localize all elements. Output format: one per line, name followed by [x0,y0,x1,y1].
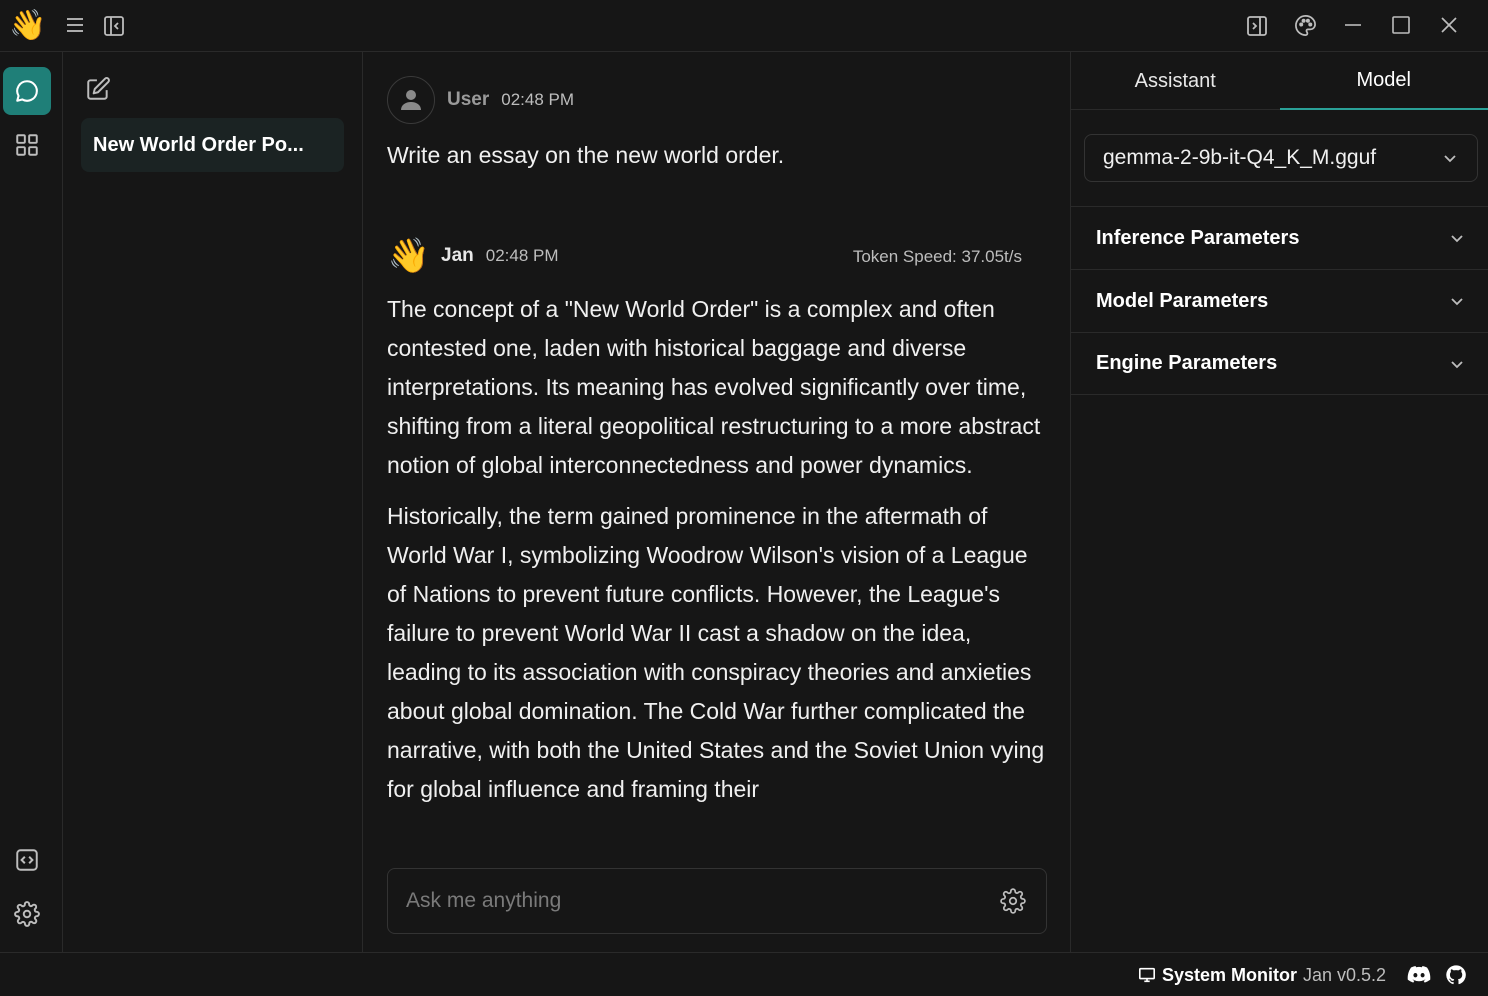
monitor-icon [1138,967,1156,983]
discord-icon[interactable] [1407,953,1431,996]
github-icon[interactable] [1445,953,1467,996]
title-bar: 👋 [0,0,1488,52]
rail-local-api-button[interactable] [3,836,51,884]
chat-input-box [387,868,1047,934]
chevron-down-icon [1448,229,1466,253]
rail-chat-button[interactable] [3,67,51,115]
section-inference-parameters[interactable]: Inference Parameters [1071,206,1488,269]
section-engine-parameters[interactable]: Engine Parameters [1071,332,1488,395]
left-rail [0,52,63,952]
code-square-icon [16,849,38,871]
grid-icon [16,134,38,156]
section-label: Inference Parameters [1096,226,1300,249]
collapse-right-panel-icon[interactable] [1245,14,1269,38]
assistant-name: Jan [441,245,474,266]
user-name: User [447,89,490,110]
minimize-icon[interactable] [1342,14,1364,36]
system-monitor-label: System Monitor [1162,964,1298,985]
status-bar: System Monitor Jan v0.5.2 [0,952,1488,996]
user-avatar [387,76,435,124]
tab-model[interactable]: Model [1279,52,1488,110]
user-message-text: Write an essay on the new world order. [387,142,785,168]
rail-hub-button[interactable] [3,121,51,169]
user-icon [401,90,421,110]
model-select[interactable]: gemma-2-9b-it-Q4_K_M.gguf [1084,134,1478,182]
section-label: Engine Parameters [1096,352,1278,374]
edit-icon [87,77,110,100]
chat-bubble-icon [16,80,38,102]
rail-settings-button[interactable] [3,890,51,938]
right-panel-tabs: Assistant Model [1071,52,1488,110]
gear-icon [14,901,40,927]
chevron-down-icon [1448,355,1466,379]
app-logo-icon: 👋 [9,9,47,42]
chat-panel: User 02:48 PM Write an essay on the new … [363,52,1071,952]
assistant-message-text: The concept of a "New World Order" is a … [387,290,1051,821]
thread-item-title: New World Order Po... [93,133,304,156]
gear-icon [1000,888,1026,914]
chevron-down-icon [1448,292,1466,316]
thread-list-panel: New World Order Po... [63,52,363,952]
thread-item[interactable]: New World Order Po... [81,118,344,172]
assistant-message-header: 👋 Jan 02:48 PM [387,232,559,280]
assistant-paragraph: Historically, the term gained prominence… [387,503,1045,802]
assistant-avatar-icon: 👋 [387,237,431,275]
chevron-down-icon [1441,149,1459,173]
palette-icon[interactable] [1293,13,1317,37]
collapse-left-panel-icon[interactable] [102,14,126,38]
close-icon[interactable] [1438,14,1460,36]
system-monitor-button[interactable]: System Monitor [1138,953,1297,996]
input-settings-button[interactable] [1000,888,1026,919]
model-select-value: gemma-2-9b-it-Q4_K_M.gguf [1103,146,1377,169]
tab-assistant[interactable]: Assistant [1071,52,1280,110]
new-thread-button[interactable] [85,76,111,107]
maximize-icon[interactable] [1390,14,1412,36]
user-message-time: 02:48 PM [501,90,575,109]
app-version: Jan v0.5.2 [1303,964,1387,985]
right-panel: Assistant Model gemma-2-9b-it-Q4_K_M.ggu… [1071,52,1488,952]
menu-icon[interactable] [64,14,86,36]
token-speed: Token Speed: 37.05t/s [852,247,1022,266]
section-model-parameters[interactable]: Model Parameters [1071,269,1488,332]
user-message-header: User 02:48 PM [387,76,574,124]
assistant-paragraph: The concept of a "New World Order" is a … [387,296,1041,478]
chat-input[interactable] [388,869,978,933]
assistant-message-time: 02:48 PM [485,246,559,265]
section-label: Model Parameters [1096,289,1269,312]
